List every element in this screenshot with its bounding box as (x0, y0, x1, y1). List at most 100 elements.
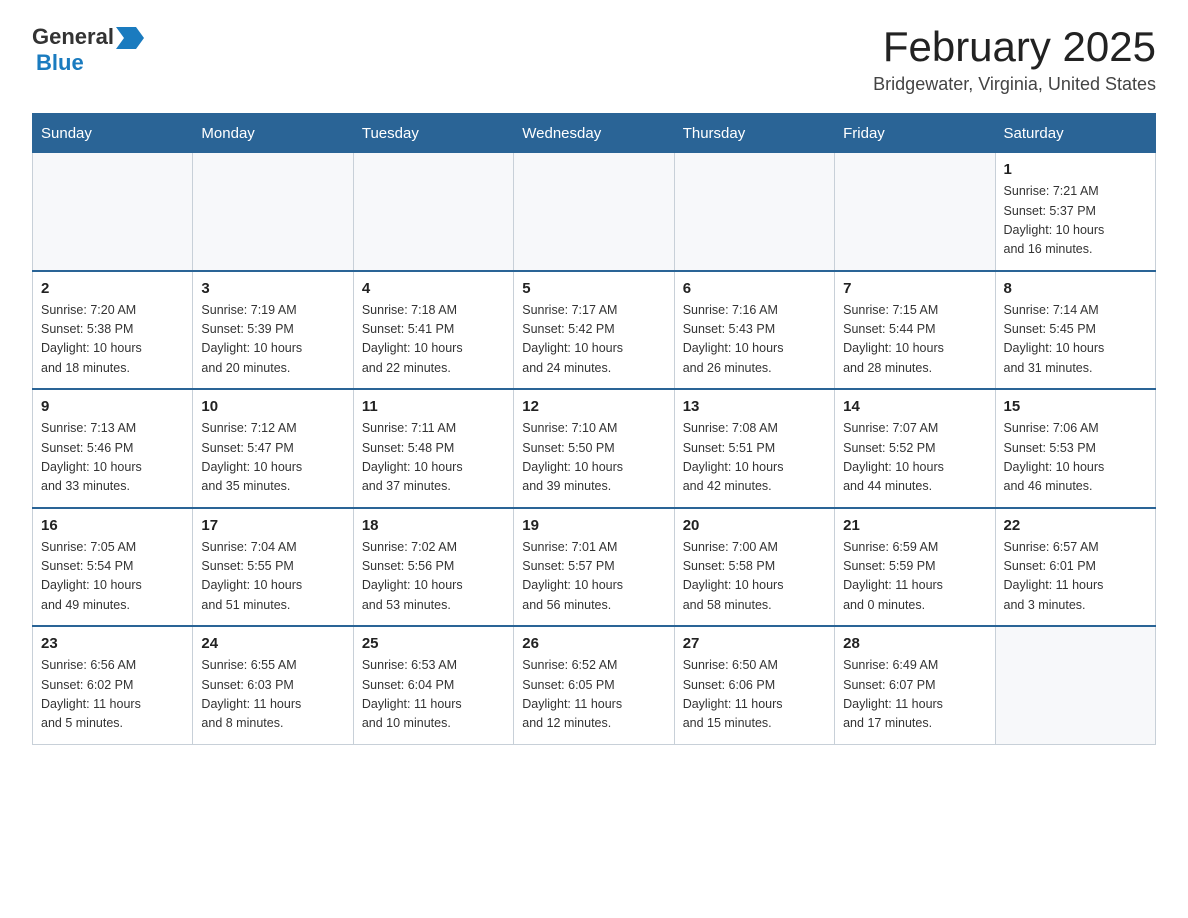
day-sun-info: Sunrise: 7:21 AM Sunset: 5:37 PM Dayligh… (1004, 182, 1147, 260)
day-of-week-header: Friday (835, 114, 995, 153)
calendar-week-row: 1 Sunrise: 7:21 AM Sunset: 5:37 PM Daylig… (33, 153, 1156, 271)
day-number: 25 (362, 635, 505, 652)
day-number: 16 (41, 517, 184, 534)
calendar-cell: 2Sunrise: 7:20 AM Sunset: 5:38 PM Daylig… (33, 271, 193, 390)
day-sun-info: Sunrise: 7:14 AM Sunset: 5:45 PM Dayligh… (1004, 301, 1147, 379)
month-title: February 2025 (873, 24, 1156, 70)
day-number: 22 (1004, 517, 1147, 534)
day-sun-info: Sunrise: 6:49 AM Sunset: 6:07 PM Dayligh… (843, 656, 986, 734)
day-sun-info: Sunrise: 7:06 AM Sunset: 5:53 PM Dayligh… (1004, 419, 1147, 497)
day-of-week-header: Saturday (995, 114, 1155, 153)
day-sun-info: Sunrise: 7:13 AM Sunset: 5:46 PM Dayligh… (41, 419, 184, 497)
day-of-week-header: Sunday (33, 114, 193, 153)
day-number: 21 (843, 517, 986, 534)
calendar-cell: 19 Sunrise: 7:01 AM Sunset: 5:57 PM Dayli… (514, 508, 674, 627)
day-number: 12 (522, 398, 665, 415)
day-of-week-header: Wednesday (514, 114, 674, 153)
calendar-cell (835, 153, 995, 271)
day-number: 1 (1004, 161, 1147, 178)
calendar-cell (514, 153, 674, 271)
day-number: 20 (683, 517, 826, 534)
day-sun-info: Sunrise: 6:56 AM Sunset: 6:02 PM Dayligh… (41, 656, 184, 734)
day-number: 11 (362, 398, 505, 415)
day-number: 13 (683, 398, 826, 415)
day-number: 28 (843, 635, 986, 652)
calendar-cell (674, 153, 834, 271)
calendar-cell (353, 153, 513, 271)
day-sun-info: Sunrise: 6:57 AM Sunset: 6:01 PM Dayligh… (1004, 538, 1147, 616)
day-sun-info: Sunrise: 7:12 AM Sunset: 5:47 PM Dayligh… (201, 419, 344, 497)
day-sun-info: Sunrise: 7:08 AM Sunset: 5:51 PM Dayligh… (683, 419, 826, 497)
day-sun-info: Sunrise: 7:15 AM Sunset: 5:44 PM Dayligh… (843, 301, 986, 379)
day-sun-info: Sunrise: 7:10 AM Sunset: 5:50 PM Dayligh… (522, 419, 665, 497)
calendar-week-row: 16 Sunrise: 7:05 AM Sunset: 5:54 PM Dayli… (33, 508, 1156, 627)
day-sun-info: Sunrise: 7:16 AM Sunset: 5:43 PM Dayligh… (683, 301, 826, 379)
calendar-cell: 4 Sunrise: 7:18 AM Sunset: 5:41 PM Daylig… (353, 271, 513, 390)
calendar-cell: 12 Sunrise: 7:10 AM Sunset: 5:50 PM Dayli… (514, 389, 674, 508)
calendar-cell: 11Sunrise: 7:11 AM Sunset: 5:48 PM Dayli… (353, 389, 513, 508)
calendar-cell: 17 Sunrise: 7:04 AM Sunset: 5:55 PM Dayli… (193, 508, 353, 627)
calendar-week-row: 23 Sunrise: 6:56 AM Sunset: 6:02 PM Dayli… (33, 626, 1156, 744)
title-block: February 2025 Bridgewater, Virginia, Uni… (873, 24, 1156, 95)
day-number: 3 (201, 280, 344, 297)
day-number: 5 (522, 280, 665, 297)
calendar-cell: 26Sunrise: 6:52 AM Sunset: 6:05 PM Dayli… (514, 626, 674, 744)
calendar-cell: 18 Sunrise: 7:02 AM Sunset: 5:56 PM Dayli… (353, 508, 513, 627)
day-number: 18 (362, 517, 505, 534)
day-sun-info: Sunrise: 7:05 AM Sunset: 5:54 PM Dayligh… (41, 538, 184, 616)
day-number: 23 (41, 635, 184, 652)
logo: General Blue (32, 24, 144, 76)
day-sun-info: Sunrise: 7:19 AM Sunset: 5:39 PM Dayligh… (201, 301, 344, 379)
calendar-cell: 23 Sunrise: 6:56 AM Sunset: 6:02 PM Dayli… (33, 626, 193, 744)
calendar-cell: 25 Sunrise: 6:53 AM Sunset: 6:04 PM Dayli… (353, 626, 513, 744)
day-number: 9 (41, 398, 184, 415)
day-sun-info: Sunrise: 7:07 AM Sunset: 5:52 PM Dayligh… (843, 419, 986, 497)
calendar-cell (33, 153, 193, 271)
logo-general-text: General (32, 24, 114, 50)
calendar-cell: 8Sunrise: 7:14 AM Sunset: 5:45 PM Daylig… (995, 271, 1155, 390)
calendar-cell: 5Sunrise: 7:17 AM Sunset: 5:42 PM Daylig… (514, 271, 674, 390)
day-number: 15 (1004, 398, 1147, 415)
calendar-cell: 3 Sunrise: 7:19 AM Sunset: 5:39 PM Daylig… (193, 271, 353, 390)
logo-blue-text: Blue (36, 50, 84, 76)
day-sun-info: Sunrise: 7:01 AM Sunset: 5:57 PM Dayligh… (522, 538, 665, 616)
calendar-week-row: 2Sunrise: 7:20 AM Sunset: 5:38 PM Daylig… (33, 271, 1156, 390)
calendar-week-row: 9 Sunrise: 7:13 AM Sunset: 5:46 PM Daylig… (33, 389, 1156, 508)
location-title: Bridgewater, Virginia, United States (873, 74, 1156, 95)
day-number: 4 (362, 280, 505, 297)
day-sun-info: Sunrise: 6:52 AM Sunset: 6:05 PM Dayligh… (522, 656, 665, 734)
day-sun-info: Sunrise: 7:04 AM Sunset: 5:55 PM Dayligh… (201, 538, 344, 616)
day-of-week-header: Tuesday (353, 114, 513, 153)
calendar-cell (193, 153, 353, 271)
calendar-cell: 7 Sunrise: 7:15 AM Sunset: 5:44 PM Daylig… (835, 271, 995, 390)
day-sun-info: Sunrise: 6:50 AM Sunset: 6:06 PM Dayligh… (683, 656, 826, 734)
day-number: 17 (201, 517, 344, 534)
day-number: 7 (843, 280, 986, 297)
calendar-cell: 15 Sunrise: 7:06 AM Sunset: 5:53 PM Dayli… (995, 389, 1155, 508)
calendar-cell: 13 Sunrise: 7:08 AM Sunset: 5:51 PM Dayli… (674, 389, 834, 508)
calendar-table: SundayMondayTuesdayWednesdayThursdayFrid… (32, 113, 1156, 745)
calendar-cell: 1 Sunrise: 7:21 AM Sunset: 5:37 PM Daylig… (995, 153, 1155, 271)
day-number: 19 (522, 517, 665, 534)
day-number: 6 (683, 280, 826, 297)
day-number: 10 (201, 398, 344, 415)
calendar-cell: 27 Sunrise: 6:50 AM Sunset: 6:06 PM Dayli… (674, 626, 834, 744)
calendar-cell: 20 Sunrise: 7:00 AM Sunset: 5:58 PM Dayli… (674, 508, 834, 627)
day-sun-info: Sunrise: 7:00 AM Sunset: 5:58 PM Dayligh… (683, 538, 826, 616)
day-number: 24 (201, 635, 344, 652)
calendar-cell: 9 Sunrise: 7:13 AM Sunset: 5:46 PM Daylig… (33, 389, 193, 508)
day-number: 27 (683, 635, 826, 652)
day-number: 2 (41, 280, 184, 297)
calendar-cell (995, 626, 1155, 744)
calendar-cell: 16 Sunrise: 7:05 AM Sunset: 5:54 PM Dayli… (33, 508, 193, 627)
day-of-week-header: Monday (193, 114, 353, 153)
day-sun-info: Sunrise: 6:55 AM Sunset: 6:03 PM Dayligh… (201, 656, 344, 734)
page-header: General Blue February 2025 Bridgewater, … (32, 24, 1156, 95)
day-sun-info: Sunrise: 7:02 AM Sunset: 5:56 PM Dayligh… (362, 538, 505, 616)
day-sun-info: Sunrise: 7:18 AM Sunset: 5:41 PM Dayligh… (362, 301, 505, 379)
calendar-cell: 21Sunrise: 6:59 AM Sunset: 5:59 PM Dayli… (835, 508, 995, 627)
day-sun-info: Sunrise: 6:53 AM Sunset: 6:04 PM Dayligh… (362, 656, 505, 734)
calendar-cell: 6 Sunrise: 7:16 AM Sunset: 5:43 PM Daylig… (674, 271, 834, 390)
logo-arrow-icon (116, 27, 144, 49)
calendar-cell: 24 Sunrise: 6:55 AM Sunset: 6:03 PM Dayli… (193, 626, 353, 744)
